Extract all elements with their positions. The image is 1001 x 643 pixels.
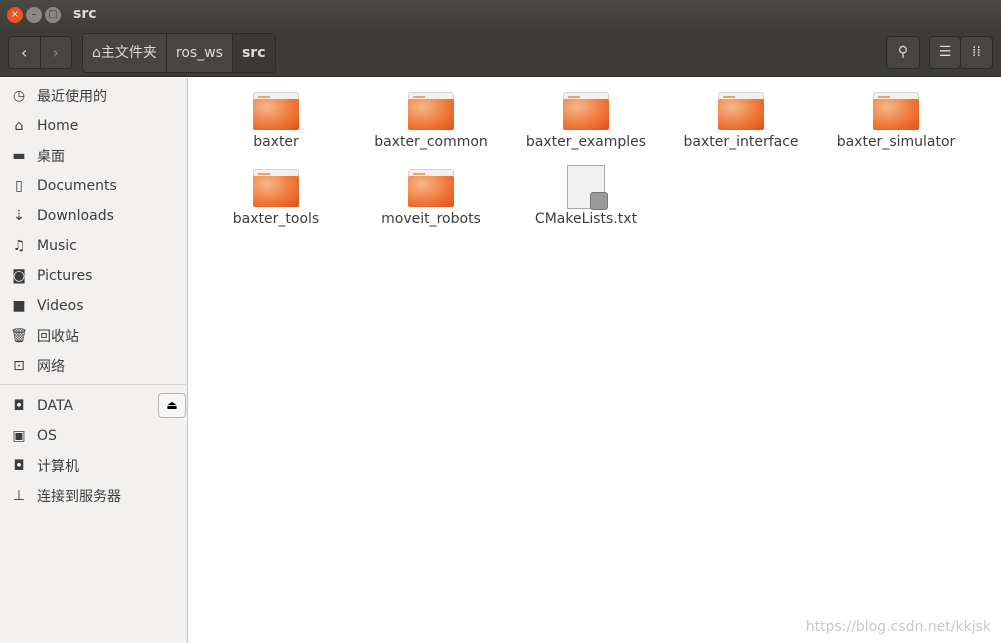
- music-icon: ♫: [12, 238, 26, 254]
- title-bar: × – □ src: [0, 0, 1001, 30]
- file-item[interactable]: CMakeLists.txt: [511, 165, 661, 227]
- back-button[interactable]: ‹: [9, 37, 40, 68]
- drive-icon: ◘: [13, 458, 25, 474]
- sidebar-item-os[interactable]: ▣ OS: [0, 422, 186, 450]
- folder-icon: [563, 92, 609, 130]
- sidebar-item-label: 连接到服务器: [37, 489, 121, 505]
- camera-icon: ◙: [12, 268, 26, 284]
- drive-icon: ◘: [13, 398, 25, 414]
- toolbar: ‹ › ⌂主文件夹 ros_ws src ⚲ ☰ ⁞⁞: [0, 30, 1001, 77]
- sidebar-item-最近使用的[interactable]: ◷ 最近使用的: [0, 82, 186, 110]
- list-icon: ☰: [938, 44, 952, 60]
- window-title: src: [73, 6, 97, 22]
- breadcrumb-ros-ws[interactable]: ros_ws: [167, 34, 233, 72]
- minimize-button[interactable]: –: [26, 7, 42, 23]
- sidebar-item-videos[interactable]: ■ Videos: [0, 292, 186, 320]
- file-name: baxter_examples: [525, 134, 647, 150]
- sidebar-item-label: Pictures: [37, 268, 93, 284]
- file-name: baxter_interface: [683, 134, 799, 150]
- lock-icon: [590, 192, 608, 210]
- folder-icon: [253, 92, 299, 130]
- text-file-icon: [567, 165, 608, 210]
- breadcrumb-home[interactable]: ⌂主文件夹: [83, 34, 167, 72]
- search-icon: ⚲: [897, 44, 909, 60]
- folder-item[interactable]: baxter_tools: [201, 169, 351, 227]
- folder-item[interactable]: baxter: [201, 92, 351, 150]
- sidebar-item-music[interactable]: ♫ Music: [0, 232, 186, 260]
- sidebar-item-连接到服务器[interactable]: ⊥ 连接到服务器: [0, 482, 186, 510]
- server-icon: ⊥: [12, 488, 26, 504]
- sidebar-item-label: Videos: [37, 298, 84, 314]
- file-name: baxter: [253, 134, 299, 150]
- clock-icon: ◷: [12, 88, 26, 104]
- document-icon: ▯: [15, 178, 23, 194]
- sidebar-item-label: OS: [37, 428, 57, 444]
- folder-icon: [408, 92, 454, 130]
- home-icon: ⌂: [14, 118, 24, 134]
- folder-item[interactable]: baxter_simulator: [821, 92, 971, 150]
- sidebar-item-label: 桌面: [37, 149, 65, 165]
- file-name: moveit_robots: [381, 211, 481, 227]
- network-icon: ⊡: [13, 358, 25, 374]
- maximize-button[interactable]: □: [45, 7, 61, 23]
- forward-button[interactable]: ›: [39, 37, 72, 68]
- folder-item[interactable]: baxter_interface: [666, 92, 816, 150]
- home-icon: ⌂: [92, 45, 101, 61]
- sidebar-item-label: 网络: [37, 359, 65, 375]
- sidebar-item-data[interactable]: ◘ DATA: [0, 392, 186, 420]
- sidebar-item-label: DATA: [37, 398, 74, 414]
- watermark: https://blog.csdn.net/kkjsk: [805, 619, 991, 635]
- folder-icon: [253, 169, 299, 207]
- sidebar-item-回收站[interactable]: 🗑 回收站: [0, 322, 186, 350]
- folder-item[interactable]: baxter_examples: [511, 92, 661, 150]
- video-icon: ■: [12, 298, 26, 314]
- folder-item[interactable]: moveit_robots: [356, 169, 506, 227]
- sidebar-item-label: Music: [37, 238, 77, 254]
- sidebar-item-label: 计算机: [37, 459, 79, 475]
- sidebar-item-downloads[interactable]: ⇣ Downloads: [0, 202, 186, 230]
- file-view: https://blog.csdn.net/kkjsk baxter baxter…: [193, 78, 1001, 643]
- list-view-button[interactable]: ☰: [929, 36, 961, 69]
- folder-item[interactable]: baxter_common: [356, 92, 506, 150]
- folder-icon: [408, 169, 454, 207]
- file-name: baxter_tools: [232, 211, 320, 227]
- search-button[interactable]: ⚲: [886, 36, 920, 69]
- sidebar-item-pictures[interactable]: ◙ Pictures: [0, 262, 186, 290]
- folder-icon: [873, 92, 919, 130]
- sidebar-item-label: Home: [37, 118, 79, 134]
- breadcrumb-src[interactable]: src: [232, 34, 275, 72]
- file-name: baxter_common: [374, 134, 488, 150]
- breadcrumb: ⌂主文件夹 ros_ws src: [82, 33, 276, 73]
- grid-view-button[interactable]: ⁞⁞: [960, 36, 993, 69]
- sidebar-item-网络[interactable]: ⊡ 网络: [0, 352, 186, 380]
- download-icon: ⇣: [13, 208, 25, 224]
- sidebar-item-桌面[interactable]: ▬ 桌面: [0, 142, 186, 170]
- file-name: baxter_simulator: [836, 134, 956, 150]
- breadcrumb-label: 主文件夹: [100, 45, 157, 61]
- sidebar-item-documents[interactable]: ▯ Documents: [0, 172, 186, 200]
- trash-icon: 🗑: [10, 328, 28, 344]
- close-button[interactable]: ×: [7, 7, 23, 23]
- sidebar-divider: [0, 384, 186, 385]
- sidebar-item-home[interactable]: ⌂ Home: [0, 112, 186, 140]
- folder-icon: [718, 92, 764, 130]
- sidebar-item-计算机[interactable]: ◘ 计算机: [0, 452, 186, 480]
- sidebar: ⏏ ◷ 最近使用的 ⌂ Home ▬ 桌面 ▯ Documents ⇣ Downloads ♫ Mus…: [0, 78, 188, 643]
- sidebar-item-label: 回收站: [37, 329, 79, 345]
- chip-icon: ▣: [12, 428, 26, 444]
- grid-icon: ⁞⁞: [972, 44, 981, 60]
- sidebar-item-label: 最近使用的: [37, 89, 107, 105]
- sidebar-item-label: Documents: [37, 178, 117, 194]
- folder-icon: ▬: [12, 148, 26, 164]
- file-name: CMakeLists.txt: [534, 211, 638, 227]
- sidebar-item-label: Downloads: [37, 208, 114, 224]
